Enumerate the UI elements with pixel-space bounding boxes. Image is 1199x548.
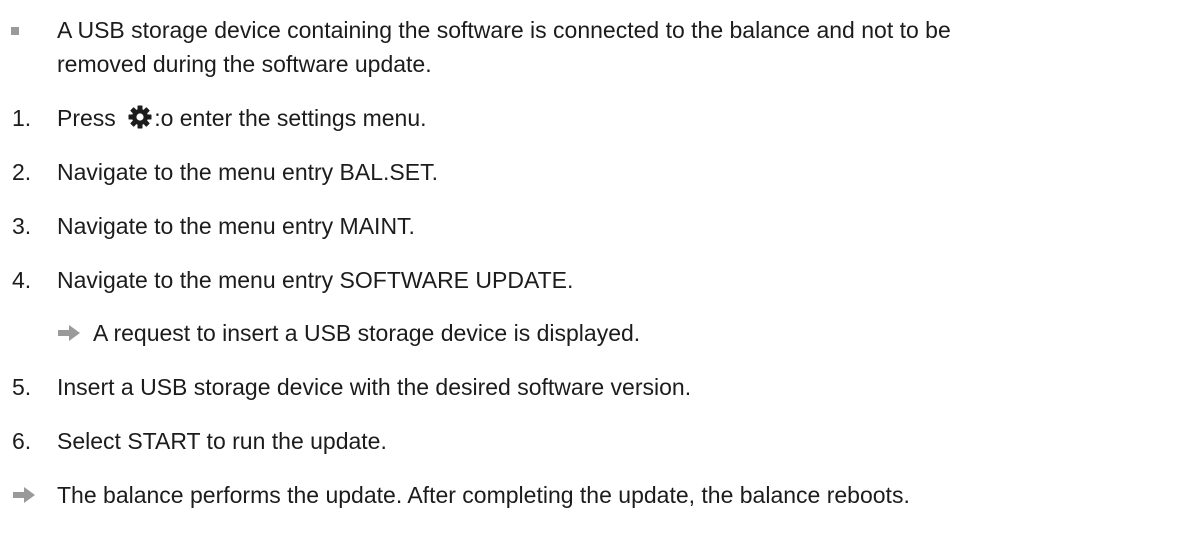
arrow-right-icon — [13, 487, 35, 503]
precondition-line-2: removed during the software update. — [57, 51, 432, 77]
step-text: Insert a USB storage device with the des… — [57, 374, 692, 400]
step-number: 3. — [12, 213, 32, 239]
step-text-after-icon: :o enter the settings menu. — [154, 105, 427, 131]
step-number: 6. — [12, 428, 32, 454]
step-text: Select START to run the update. — [57, 428, 387, 454]
precondition-line-1: A USB storage device containing the soft… — [57, 17, 951, 43]
step-text: Navigate to the menu entry SOFTWARE UPDA… — [57, 267, 574, 293]
step-number: 2. — [12, 159, 32, 185]
step-number: 4. — [12, 267, 32, 293]
step-number: 1. — [12, 105, 32, 131]
step-text-before-icon: Press — [57, 105, 123, 131]
software-update-instructions: A USB storage device containing the soft… — [0, 0, 1199, 548]
gear-icon — [128, 105, 152, 129]
step-text: Navigate to the menu entry BAL.SET. — [57, 159, 438, 185]
final-result-text: The balance performs the update. After c… — [57, 482, 910, 508]
step-text: Navigate to the menu entry MAINT. — [57, 213, 415, 239]
intermediate-result-text: A request to insert a USB storage device… — [93, 320, 641, 346]
step-number: 5. — [12, 374, 32, 400]
square-bullet-icon — [11, 27, 19, 35]
arrow-right-icon — [58, 325, 80, 341]
